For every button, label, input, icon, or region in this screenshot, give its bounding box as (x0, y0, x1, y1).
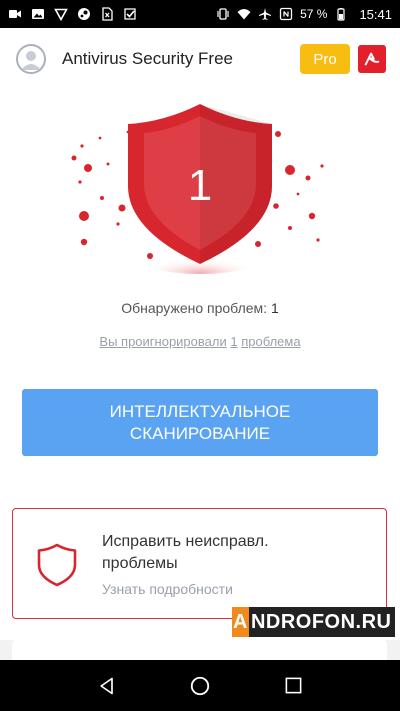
wifi-icon (237, 7, 251, 21)
check-icon (123, 7, 137, 21)
clock: 15:41 (359, 6, 392, 22)
shield-outline-icon (37, 543, 77, 587)
site-watermark: A NDROFON.RU (232, 606, 395, 638)
vibrate-icon (216, 7, 230, 21)
battery-percent: 57 % (300, 7, 328, 21)
app-title: Antivirus Security Free (62, 49, 233, 68)
sim-icon (100, 7, 114, 21)
learn-more-link[interactable]: Узнать подробности (102, 581, 233, 597)
navigation-bar (0, 660, 400, 711)
recents-icon[interactable] (281, 674, 305, 698)
fix-problems-title: Исправить неисправл. проблемы (102, 531, 342, 575)
smart-scan-button[interactable]: ИНТЕЛЛЕКТУАЛЬНОЕ СКАНИРОВАНИЕ (22, 389, 378, 456)
main-content: 1 Обнаружено проблем: 1 Вы проигнорирова… (0, 90, 400, 640)
steam-icon (77, 7, 91, 21)
battery-icon (334, 7, 348, 21)
watermark-a: A (232, 607, 249, 637)
home-icon[interactable] (188, 674, 212, 698)
scan-button-line2: СКАНИРОВАНИЕ (129, 423, 271, 443)
nfc-icon (279, 7, 293, 21)
app-header: Antivirus Security Free Pro (0, 28, 400, 90)
avatar[interactable] (16, 44, 46, 74)
image-icon (31, 7, 45, 21)
user-icon (21, 51, 41, 70)
brand-mark-icon (364, 52, 380, 66)
video-icon (8, 7, 22, 21)
problems-label: Обнаружено проблем: (121, 300, 268, 316)
avira-logo-icon[interactable] (358, 45, 386, 73)
fix-problems-card[interactable]: Исправить неисправл. проблемы Узнать под… (12, 508, 387, 619)
pro-button[interactable]: Pro (300, 44, 350, 74)
watermark-text: NDROFON.RU (248, 607, 395, 637)
problem-count: 1 (188, 161, 212, 210)
ignored-problems-link[interactable]: Вы проигнорировали 1 проблема (0, 334, 400, 349)
status-shield: 1 (60, 98, 340, 278)
ignored-prefix: Вы проигнорировали (99, 334, 227, 349)
ignored-suffix: проблема (241, 334, 301, 349)
next-card (12, 640, 387, 660)
fix-problems-title-line1: Исправить неисправл. (102, 533, 269, 550)
fix-problems-title-line2: проблемы (102, 555, 178, 572)
back-icon[interactable] (95, 674, 119, 698)
airplane-icon (258, 7, 272, 21)
scan-button-line1: ИНТЕЛЛЕКТУАЛЬНОЕ (109, 401, 291, 421)
problems-summary: Обнаружено проблем: 1 (0, 300, 400, 316)
ignored-count: 1 (230, 334, 238, 349)
vpn-icon (54, 7, 68, 21)
status-bar: 57 % 15:41 (0, 0, 400, 28)
problems-count: 1 (270, 300, 279, 316)
